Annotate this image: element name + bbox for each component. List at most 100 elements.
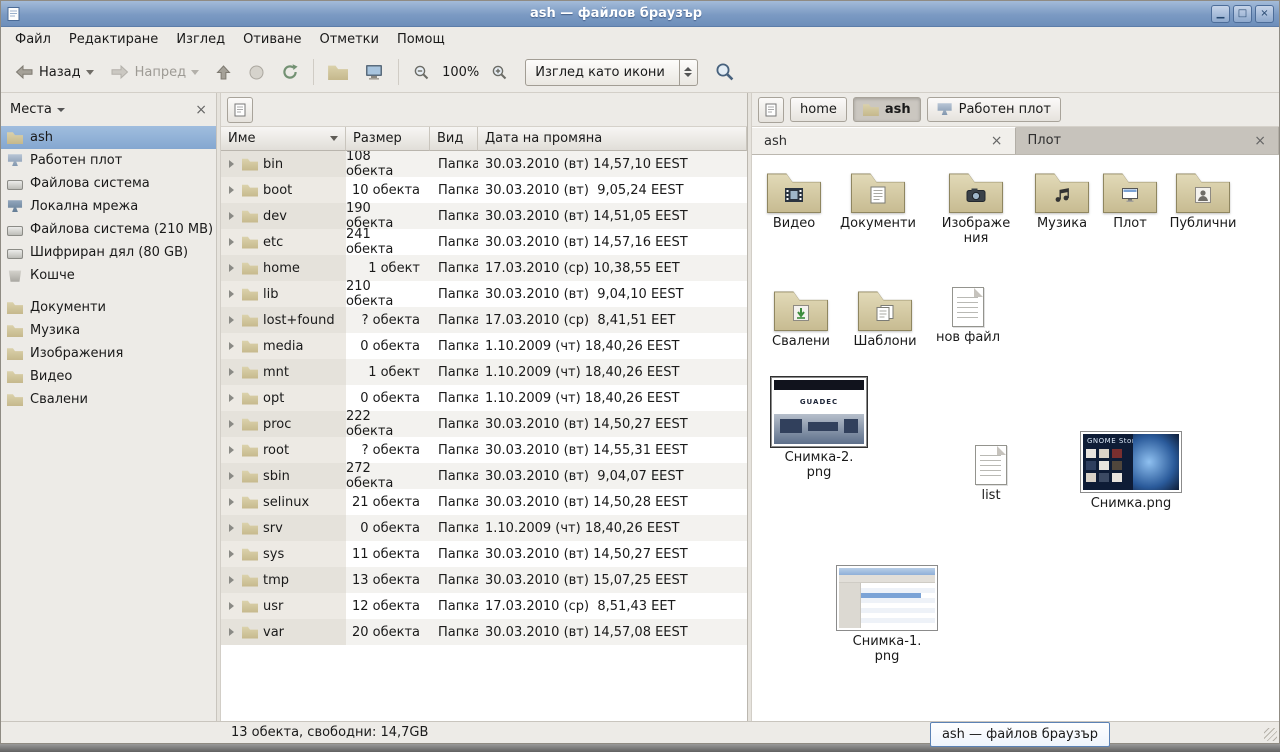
- view-mode-spinner[interactable]: [679, 60, 697, 85]
- expander-icon[interactable]: [229, 524, 234, 532]
- expander-icon[interactable]: [229, 160, 234, 168]
- expander-icon[interactable]: [229, 628, 234, 636]
- menu-item[interactable]: Отиване: [234, 29, 310, 50]
- expander-icon[interactable]: [229, 264, 234, 272]
- menu-item[interactable]: Файл: [6, 29, 60, 50]
- expander-icon[interactable]: [229, 420, 234, 428]
- tab-close-icon[interactable]: ×: [1254, 134, 1266, 148]
- up-button[interactable]: [208, 58, 239, 87]
- places-close-icon[interactable]: ×: [195, 103, 207, 117]
- places-caret-icon[interactable]: [57, 108, 65, 112]
- breadcrumb-home[interactable]: home: [790, 97, 847, 122]
- tree-row[interactable]: var 20 обекта Папка 30.03.2010 (вт) 14,5…: [221, 619, 747, 645]
- breadcrumb-desktop[interactable]: Работен плот: [927, 97, 1061, 122]
- tree-row[interactable]: etc 241 обекта Папка 30.03.2010 (вт) 14,…: [221, 229, 747, 255]
- expander-icon[interactable]: [229, 368, 234, 376]
- place-item[interactable]: ash: [1, 126, 216, 149]
- expander-icon[interactable]: [229, 342, 234, 350]
- tab-close-icon[interactable]: ×: [991, 134, 1003, 148]
- expander-icon[interactable]: [229, 186, 234, 194]
- folder-item-documents[interactable]: Документи: [836, 171, 920, 232]
- expander-icon[interactable]: [229, 212, 234, 220]
- tree-row[interactable]: root ? обекта Папка 30.03.2010 (вт) 14,5…: [221, 437, 747, 463]
- bookmark-item[interactable]: Видео: [1, 365, 216, 388]
- column-header-size[interactable]: Размер: [346, 127, 430, 151]
- minimize-button[interactable]: ▁: [1211, 5, 1230, 23]
- place-item[interactable]: Кошче: [1, 264, 216, 287]
- maximize-button[interactable]: □: [1233, 5, 1252, 23]
- tree-row[interactable]: bin 108 обекта Папка 30.03.2010 (вт) 14,…: [221, 151, 747, 177]
- tree-row[interactable]: usr 12 обекта Папка 17.03.2010 (ср) 8,51…: [221, 593, 747, 619]
- tree-row[interactable]: opt 0 обекта Папка 1.10.2009 (чт) 18,40,…: [221, 385, 747, 411]
- bookmark-item[interactable]: Документи: [1, 296, 216, 319]
- folder-item-public[interactable]: Публични: [1161, 171, 1245, 232]
- file-item-shot2[interactable]: GUADEC Снимка-2.png: [769, 377, 869, 480]
- back-button[interactable]: Назад: [7, 58, 101, 86]
- expander-icon[interactable]: [229, 446, 234, 454]
- file-item-new-file[interactable]: нов файл: [926, 287, 1010, 346]
- menu-item[interactable]: Отметки: [310, 29, 387, 50]
- folder-item-video[interactable]: Видео: [752, 171, 836, 232]
- left-location-toggle-button[interactable]: [227, 97, 253, 123]
- place-item[interactable]: Шифриран дял (80 GB): [1, 241, 216, 264]
- expander-icon[interactable]: [229, 498, 234, 506]
- places-title[interactable]: Места: [10, 102, 52, 117]
- tree-row[interactable]: proc 222 обекта Папка 30.03.2010 (вт) 14…: [221, 411, 747, 437]
- menu-item[interactable]: Помощ: [388, 29, 454, 50]
- tree-row[interactable]: mnt 1 обект Папка 1.10.2009 (чт) 18,40,2…: [221, 359, 747, 385]
- tree-row[interactable]: tmp 13 обекта Папка 30.03.2010 (вт) 15,0…: [221, 567, 747, 593]
- back-history-caret-icon[interactable]: [86, 70, 94, 75]
- breadcrumb-ash[interactable]: ash: [853, 97, 921, 122]
- tree-row[interactable]: boot 10 обекта Папка 30.03.2010 (вт) 9,0…: [221, 177, 747, 203]
- folder-item-downloads[interactable]: Свалени: [759, 289, 843, 350]
- resize-grip[interactable]: [1264, 728, 1277, 741]
- search-button[interactable]: [708, 56, 742, 88]
- tree-row[interactable]: sbin 272 обекта Папка 30.03.2010 (вт) 9,…: [221, 463, 747, 489]
- computer-button[interactable]: [357, 57, 391, 87]
- expander-icon[interactable]: [229, 316, 234, 324]
- expander-icon[interactable]: [229, 472, 234, 480]
- column-header-type[interactable]: Вид: [430, 127, 478, 151]
- zoom-out-button[interactable]: [406, 58, 437, 87]
- reload-button[interactable]: [274, 57, 306, 87]
- place-item[interactable]: Локална мрежа: [1, 195, 216, 218]
- tree-row[interactable]: lib 210 обекта Папка 30.03.2010 (вт) 9,0…: [221, 281, 747, 307]
- tree-row[interactable]: home 1 обект Папка 17.03.2010 (ср) 10,38…: [221, 255, 747, 281]
- taskbar-window-button[interactable]: ash — файлов браузър: [930, 722, 1110, 747]
- file-item-list[interactable]: list: [949, 445, 1033, 504]
- file-item-shot[interactable]: GNOME Store Снимка.png: [1079, 431, 1183, 512]
- menu-item[interactable]: Редактиране: [60, 29, 167, 50]
- folder-item-templates[interactable]: Шаблони: [843, 289, 927, 350]
- tree-row[interactable]: selinux 21 обекта Папка 30.03.2010 (вт) …: [221, 489, 747, 515]
- place-item[interactable]: Файлова система (210 MB): [1, 218, 216, 241]
- file-item-shot1[interactable]: Снимка-1.png: [835, 565, 939, 664]
- home-button[interactable]: [321, 58, 355, 86]
- expander-icon[interactable]: [229, 550, 234, 558]
- tab-ash[interactable]: ash ×: [752, 127, 1016, 154]
- folder-item-images[interactable]: Изображения: [934, 171, 1018, 246]
- menu-item[interactable]: Изглед: [167, 29, 234, 50]
- tree-row[interactable]: sys 11 обекта Папка 30.03.2010 (вт) 14,5…: [221, 541, 747, 567]
- place-item[interactable]: Работен плот: [1, 149, 216, 172]
- titlebar[interactable]: ash — файлов браузър ▁ □ ×: [1, 1, 1279, 27]
- bookmark-item[interactable]: Свалени: [1, 388, 216, 411]
- tree-row[interactable]: lost+found ? обекта Папка 17.03.2010 (ср…: [221, 307, 747, 333]
- zoom-in-button[interactable]: [484, 58, 515, 87]
- forward-button[interactable]: Напред: [103, 58, 206, 86]
- expander-icon[interactable]: [229, 394, 234, 402]
- right-location-toggle-button[interactable]: [758, 97, 784, 123]
- folder-item-desktop[interactable]: Плот: [1088, 171, 1172, 232]
- bookmark-item[interactable]: Музика: [1, 319, 216, 342]
- icon-canvas[interactable]: Видео Документи: [752, 155, 1279, 721]
- tab-plot[interactable]: Плот ×: [1016, 127, 1280, 154]
- place-item[interactable]: Файлова система: [1, 172, 216, 195]
- column-header-name[interactable]: Име: [221, 127, 346, 151]
- tree-row[interactable]: dev 190 обекта Папка 30.03.2010 (вт) 14,…: [221, 203, 747, 229]
- expander-icon[interactable]: [229, 290, 234, 298]
- tree-row[interactable]: srv 0 обекта Папка 1.10.2009 (чт) 18,40,…: [221, 515, 747, 541]
- bookmark-item[interactable]: Изображения: [1, 342, 216, 365]
- close-button[interactable]: ×: [1255, 5, 1274, 23]
- view-mode-select[interactable]: Изглед като икони: [525, 59, 698, 86]
- expander-icon[interactable]: [229, 602, 234, 610]
- tree-row[interactable]: media 0 обекта Папка 1.10.2009 (чт) 18,4…: [221, 333, 747, 359]
